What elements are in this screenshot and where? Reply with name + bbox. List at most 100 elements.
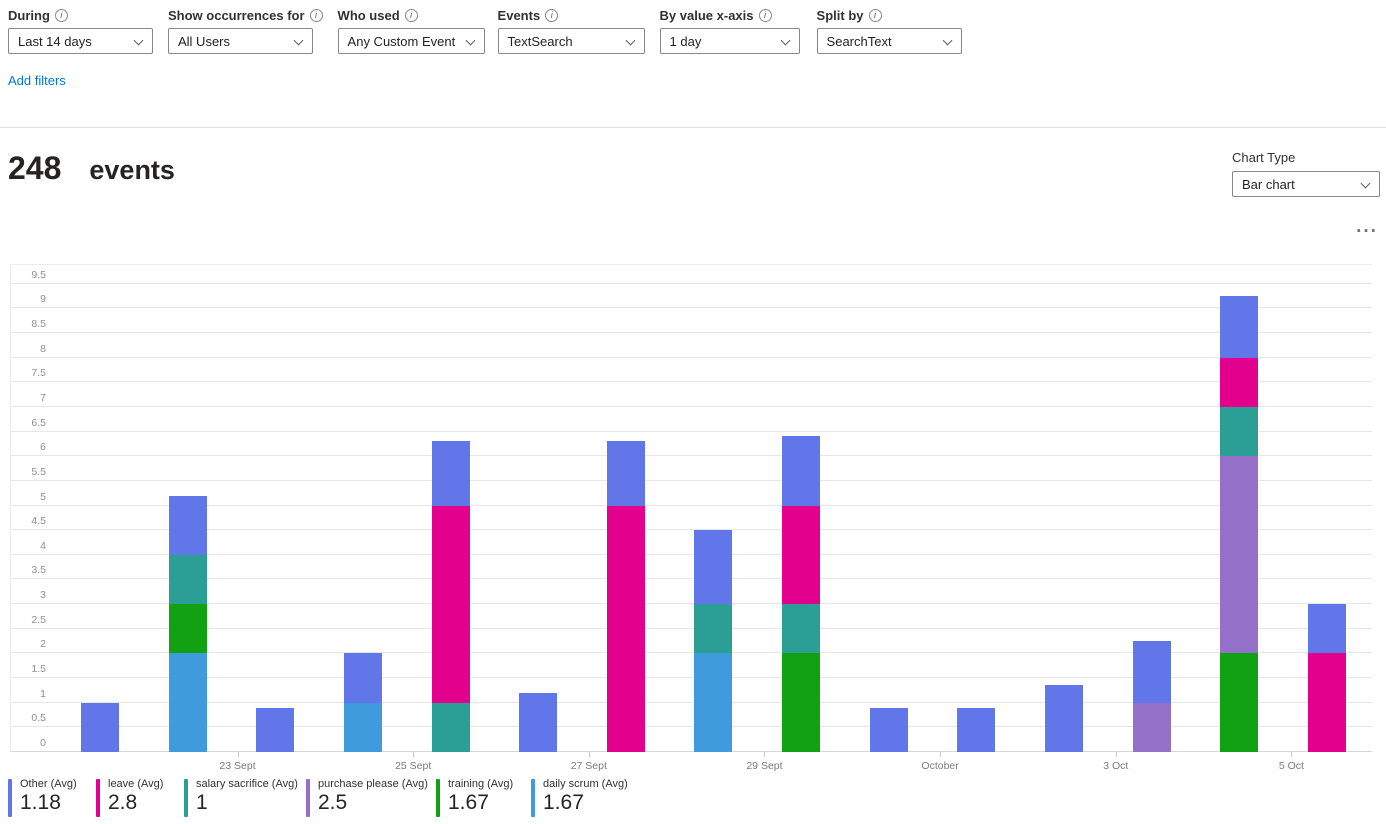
show-occurrences-dropdown[interactable]: All Users xyxy=(168,28,313,54)
bar-segment-leave[interactable] xyxy=(1308,653,1346,752)
bar-segment-purchase-please[interactable] xyxy=(1133,703,1171,752)
y-gridline xyxy=(11,480,1372,481)
chevron-down-icon xyxy=(942,36,952,46)
bar-segment-training[interactable] xyxy=(169,604,207,653)
filter-bar: During i Last 14 days Show occurrences f… xyxy=(8,6,977,54)
bar-segment-salary-sacrifice[interactable] xyxy=(1220,407,1258,456)
legend-series-label: daily scrum (Avg) xyxy=(543,778,628,790)
info-icon[interactable]: i xyxy=(545,9,558,22)
legend-series-average: 1 xyxy=(196,791,298,815)
x-axis-tick-label: 23 Sept xyxy=(193,760,283,772)
x-axis-tick xyxy=(1116,752,1117,757)
bar-segment-salary-sacrifice[interactable] xyxy=(432,703,470,752)
more-options-button[interactable]: ... xyxy=(1352,222,1382,244)
x-axis-tick xyxy=(764,752,765,757)
x-axis-tick xyxy=(589,752,590,757)
filter-split-by-label: Split by i xyxy=(817,6,962,24)
legend-texts: leave (Avg)2.8 xyxy=(108,777,163,817)
legend-item[interactable]: daily scrum (Avg)1.67 xyxy=(531,777,628,817)
bar-segment-salary-sacrifice[interactable] xyxy=(694,604,732,653)
filter-by-value-x-axis: By value x-axis i 1 day xyxy=(660,6,800,54)
bar-segment-salary-sacrifice[interactable] xyxy=(169,555,207,604)
chevron-down-icon xyxy=(1361,179,1371,189)
y-gridline xyxy=(11,578,1372,579)
legend-item[interactable]: Other (Avg)1.18 xyxy=(8,777,77,817)
info-icon[interactable]: i xyxy=(405,9,418,22)
bar-segment-Other[interactable] xyxy=(432,441,470,505)
bar-segment-salary-sacrifice[interactable] xyxy=(782,604,820,653)
x-axis-tick xyxy=(1291,752,1292,757)
filter-events: Events i TextSearch xyxy=(498,6,645,54)
y-gridline xyxy=(11,529,1372,530)
bar-segment-training[interactable] xyxy=(1220,653,1258,752)
legend-color-swatch xyxy=(184,779,188,817)
events-dropdown[interactable]: TextSearch xyxy=(498,28,645,54)
bar-segment-Other[interactable] xyxy=(1133,641,1171,703)
chart-type-dropdown[interactable]: Bar chart xyxy=(1232,171,1380,197)
legend-series-label: leave (Avg) xyxy=(108,778,163,790)
x-axis-tick-label: 3 Oct xyxy=(1071,760,1161,772)
bar-segment-training[interactable] xyxy=(782,653,820,752)
bar-segment-Other[interactable] xyxy=(694,530,732,604)
legend-color-swatch xyxy=(96,779,100,817)
filter-events-label: Events i xyxy=(498,6,645,24)
legend-texts: daily scrum (Avg)1.67 xyxy=(543,777,628,817)
bar-segment-Other[interactable] xyxy=(256,708,294,752)
bar-segment-daily-scrum[interactable] xyxy=(694,653,732,752)
who-used-dropdown[interactable]: Any Custom Event xyxy=(338,28,485,54)
x-axis-tick-label: 5 Oct xyxy=(1246,760,1336,772)
bar-segment-leave[interactable] xyxy=(607,506,645,753)
bar-segment-Other[interactable] xyxy=(81,703,119,752)
y-gridline xyxy=(11,332,1372,333)
legend-series-average: 1.67 xyxy=(543,791,628,815)
filter-show-occurrences-label: Show occurrences for i xyxy=(168,6,323,24)
legend-texts: salary sacrifice (Avg)1 xyxy=(196,777,298,817)
events-unit-label: events xyxy=(89,155,175,186)
info-icon[interactable]: i xyxy=(759,9,772,22)
chart-type-dropdown-value: Bar chart xyxy=(1242,177,1295,192)
bar-segment-Other[interactable] xyxy=(519,693,557,752)
plot-area xyxy=(10,264,1372,752)
y-gridline xyxy=(11,628,1372,629)
bar-segment-Other[interactable] xyxy=(782,436,820,505)
legend-item[interactable]: salary sacrifice (Avg)1 xyxy=(184,777,298,817)
legend-series-label: purchase please (Avg) xyxy=(318,778,428,790)
filter-who-used-label: Who used i xyxy=(338,6,485,24)
legend-texts: Other (Avg)1.18 xyxy=(20,777,77,817)
x-axis-tick xyxy=(413,752,414,757)
legend-item[interactable]: leave (Avg)2.8 xyxy=(96,777,163,817)
bar-segment-leave[interactable] xyxy=(432,506,470,703)
legend-item[interactable]: purchase please (Avg)2.5 xyxy=(306,777,428,817)
bar-segment-Other[interactable] xyxy=(1308,604,1346,653)
legend-color-swatch xyxy=(306,779,310,817)
y-gridline xyxy=(11,357,1372,358)
info-icon[interactable]: i xyxy=(55,9,68,22)
bar-segment-leave[interactable] xyxy=(782,506,820,605)
bar-segment-daily-scrum[interactable] xyxy=(169,653,207,752)
bar-segment-leave[interactable] xyxy=(1220,358,1258,407)
bar-segment-Other[interactable] xyxy=(1045,685,1083,752)
legend-series-average: 2.8 xyxy=(108,791,163,815)
by-value-x-axis-dropdown[interactable]: 1 day xyxy=(660,28,800,54)
legend-series-average: 1.67 xyxy=(448,791,513,815)
legend-item[interactable]: training (Avg)1.67 xyxy=(436,777,513,817)
bar-segment-Other[interactable] xyxy=(957,708,995,752)
info-icon[interactable]: i xyxy=(310,9,323,22)
legend-texts: purchase please (Avg)2.5 xyxy=(318,777,428,817)
bar-segment-Other[interactable] xyxy=(1220,296,1258,358)
bar-segment-Other[interactable] xyxy=(870,708,908,752)
x-axis-tick-label: 27 Sept xyxy=(544,760,634,772)
x-axis-tick xyxy=(940,752,941,757)
split-by-dropdown[interactable]: SearchText xyxy=(817,28,962,54)
y-gridline xyxy=(11,505,1372,506)
bar-segment-Other[interactable] xyxy=(169,496,207,555)
split-by-dropdown-value: SearchText xyxy=(827,34,892,49)
chevron-down-icon xyxy=(780,36,790,46)
bar-segment-purchase-please[interactable] xyxy=(1220,456,1258,653)
by-value-x-axis-dropdown-value: 1 day xyxy=(670,34,702,49)
bar-segment-Other[interactable] xyxy=(607,441,645,505)
y-gridline xyxy=(11,455,1372,456)
bar-segment-Other[interactable] xyxy=(344,653,382,702)
bar-segment-daily-scrum[interactable] xyxy=(344,703,382,752)
info-icon[interactable]: i xyxy=(869,9,882,22)
